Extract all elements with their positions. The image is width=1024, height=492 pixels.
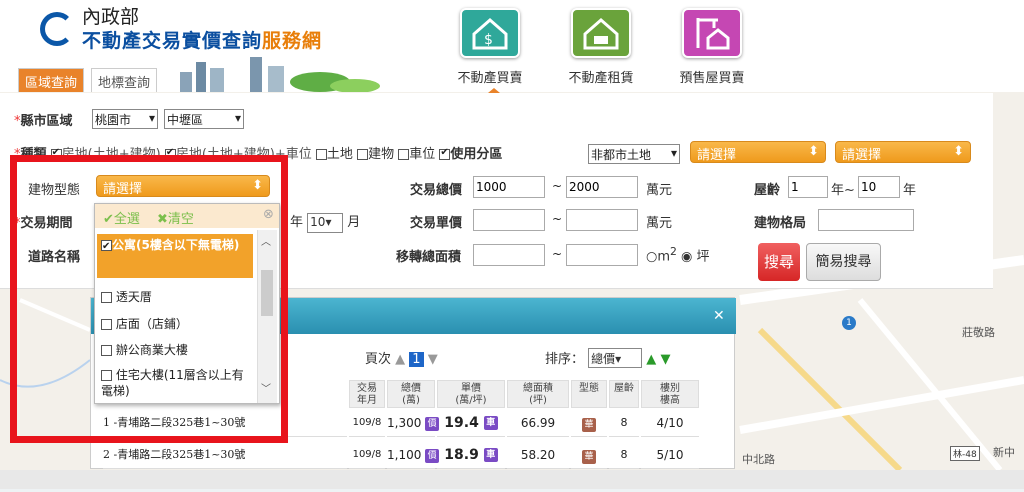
age-unit: 年 <box>903 183 917 198</box>
building-type-badge-icon: 華 <box>582 450 596 464</box>
nav-rent-label[interactable]: 不動產租賃 <box>546 67 656 86</box>
row-2-address[interactable]: 2 -青埔路二段325巷1~30號 <box>103 441 347 469</box>
site-header: 內政部 不動產交易實價查詢服務網 區域查詢 地標查詢 $ 不動產買賣 不動產租賃… <box>0 0 1024 93</box>
col-total: 總價 (萬) <box>387 380 435 408</box>
col-age: 屋齡 <box>609 380 639 408</box>
col-area: 總面積 (坪) <box>507 380 569 408</box>
unit-price-unit: 萬元 <box>646 216 673 231</box>
map-label-place: 新中 <box>993 446 1015 459</box>
county-select[interactable]: 桃園市 ▾ <box>92 109 158 129</box>
col-date: 交易 年月 <box>349 380 385 408</box>
col-type: 型態 <box>571 380 607 408</box>
house-rent-icon <box>583 18 619 50</box>
age-label: 屋齡 <box>754 183 781 198</box>
row-1-total: 1,300 價 <box>387 409 440 437</box>
row-2-unit: 18.9 車 <box>437 441 505 469</box>
nav-presale-button[interactable] <box>682 8 742 58</box>
pager: 頁次 ▲ 1 ▼ <box>365 352 438 367</box>
row-1-date: 109/8 <box>349 409 385 437</box>
age-mid: 年~ <box>831 183 855 198</box>
car-badge-icon: 車 <box>483 416 498 430</box>
row-2-floor: 5/10 <box>641 441 699 469</box>
area-unit-radios[interactable]: ○m2 ◉ 坪 <box>646 245 710 264</box>
row-1-floor: 4/10 <box>641 409 699 437</box>
simple-search-button[interactable]: 簡易搜尋 <box>806 243 881 281</box>
period-end: 年 10▾ 月 <box>290 211 360 233</box>
unit-price-min-input[interactable] <box>473 209 545 231</box>
tab-area-search[interactable]: 區域查詢 <box>18 68 85 92</box>
close-icon[interactable]: ✕ <box>713 308 725 324</box>
row-2-date: 109/8 <box>349 441 385 469</box>
building-type-badge-icon: 華 <box>582 418 596 432</box>
nav-presale-label[interactable]: 預售屋買賣 <box>657 67 767 86</box>
sort-desc-icon[interactable]: ▼ <box>660 352 670 367</box>
row-1-age: 8 <box>609 409 639 437</box>
sort-select[interactable]: 總價▾ <box>588 348 643 368</box>
zoning-checkbox[interactable] <box>439 147 451 160</box>
row-2-area: 58.20 <box>507 441 569 469</box>
map-label-road: 中北路 <box>742 453 775 466</box>
district-select[interactable]: 中壢區 ▾ <box>164 109 244 129</box>
total-price-min-input[interactable] <box>473 176 545 198</box>
crane-house-icon <box>696 18 730 50</box>
area-min-input[interactable] <box>473 244 545 266</box>
nav-sale-button[interactable]: $ <box>460 8 520 58</box>
layout-input[interactable] <box>818 209 914 231</box>
total-price-max-input[interactable] <box>566 176 638 198</box>
zoning-subselect-1[interactable]: 請選擇 ⬍ <box>690 141 826 163</box>
layout-label: 建物格局 <box>754 216 807 231</box>
svg-text:$: $ <box>484 32 493 48</box>
ministry-logo-icon <box>40 12 74 46</box>
unit-price-label: 交易單價 <box>410 216 463 231</box>
highlight-annotation-box <box>10 155 288 443</box>
map-label-road2: 莊敬路 <box>962 326 995 339</box>
house-dollar-icon: $ <box>472 18 508 50</box>
zoning-select[interactable]: 非都市土地 ▾ <box>588 144 680 164</box>
row-2-age: 8 <box>609 441 639 469</box>
ministry-name: 內政部 <box>82 6 140 28</box>
area-label: 移轉總面積 <box>396 250 462 265</box>
county-label: *縣市區域 <box>14 114 73 129</box>
total-price-label: 交易總價 <box>410 183 463 198</box>
month-select[interactable]: 10▾ <box>307 213 344 233</box>
tab-landmark-search[interactable]: 地標查詢 <box>91 68 158 92</box>
nav-rent-button[interactable] <box>571 8 631 58</box>
sort-control: 排序： 總價▾ ▲ ▼ <box>545 348 670 368</box>
age-min-input[interactable] <box>788 176 828 198</box>
row-2-type: 華 <box>571 441 607 469</box>
page-next-icon[interactable]: ▼ <box>428 352 438 367</box>
type-checkbox-building[interactable] <box>357 149 369 160</box>
total-unit: 萬元 <box>646 183 673 198</box>
nav-sale-label[interactable]: 不動產買賣 <box>435 67 545 86</box>
row-1-type: 華 <box>571 409 607 437</box>
zoning-subselect-2[interactable]: 請選擇 ⬍ <box>835 141 971 163</box>
row-1-unit: 19.4 車 <box>437 409 505 437</box>
row-1-area: 66.99 <box>507 409 569 437</box>
age-max-input[interactable] <box>858 176 900 198</box>
search-button[interactable]: 搜尋 <box>758 243 800 281</box>
bottom-strip <box>0 470 1024 489</box>
total-tilde: ~ <box>552 179 563 193</box>
sort-asc-icon[interactable]: ▲ <box>646 352 656 367</box>
type-checkbox-parking[interactable] <box>398 149 410 160</box>
unit-tilde: ~ <box>552 212 563 226</box>
type-checkbox-land[interactable] <box>315 149 327 160</box>
map-route-marker: 1 <box>842 316 856 330</box>
area-tilde: ~ <box>552 247 563 261</box>
site-title: 不動產交易實價查詢服務網 <box>82 30 323 52</box>
area-max-input[interactable] <box>566 244 638 266</box>
row-2-total: 1,100 價 <box>387 441 440 469</box>
map-road-shield: 林-48 <box>950 446 980 461</box>
skyline-illustration-icon <box>180 57 380 92</box>
car-badge-icon: 車 <box>483 448 498 462</box>
unit-price-max-input[interactable] <box>566 209 638 231</box>
page-prev-icon[interactable]: ▲ <box>395 352 405 367</box>
col-floor: 樓別 樓高 <box>641 380 699 408</box>
col-unit: 單價 (萬/坪) <box>437 380 505 408</box>
page-number: 1 <box>409 352 424 367</box>
